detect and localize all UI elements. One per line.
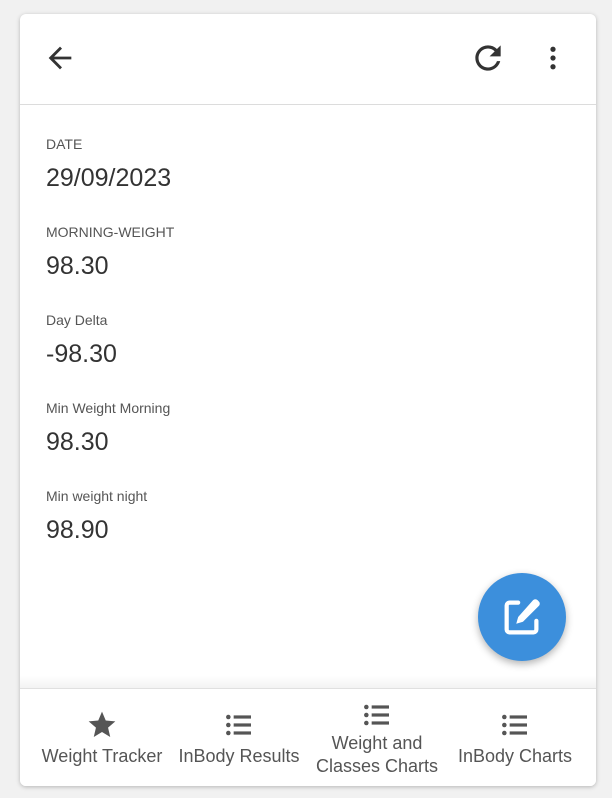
field-label: Day Delta: [46, 312, 108, 328]
bottom-navigation: Weight Tracker InBody Results Weight and…: [20, 688, 596, 786]
content-bottom-fade: [20, 676, 596, 688]
nav-item-inbody-charts[interactable]: InBody Charts: [448, 689, 582, 786]
more-options-button[interactable]: [538, 38, 568, 78]
list-icon: [361, 699, 393, 731]
app-header: [20, 14, 596, 105]
field-label: Min weight night: [46, 488, 148, 504]
list-icon: [499, 709, 531, 741]
field-date: DATE 29/09/2023: [46, 134, 566, 222]
field-day-delta: Day Delta -98.30: [46, 310, 566, 398]
field-value: -98.30: [46, 340, 117, 368]
back-button[interactable]: [40, 38, 80, 78]
list-icon: [223, 709, 255, 741]
nav-label: Weight and Classes Charts: [315, 733, 439, 776]
field-label: Min Weight Morning: [46, 400, 171, 416]
star-icon: [86, 709, 118, 741]
edit-icon: [504, 599, 540, 635]
field-label: MORNING-WEIGHT: [46, 224, 175, 240]
refresh-button[interactable]: [468, 38, 508, 78]
field-min-weight-night: Min weight night 98.90: [46, 486, 566, 574]
nav-item-weight-tracker[interactable]: Weight Tracker: [34, 689, 170, 786]
field-morning-weight: MORNING-WEIGHT 98.30: [46, 222, 566, 310]
app-window: DATE 29/09/2023 MORNING-WEIGHT 98.30 Day…: [20, 14, 596, 786]
record-details: DATE 29/09/2023 MORNING-WEIGHT 98.30 Day…: [46, 134, 566, 574]
nav-item-weight-classes-charts[interactable]: Weight and Classes Charts: [308, 689, 446, 786]
nav-item-inbody-results[interactable]: InBody Results: [172, 689, 306, 786]
more-vertical-icon: [550, 46, 556, 70]
field-value: 29/09/2023: [46, 164, 172, 192]
nav-label: Weight Tracker: [41, 746, 163, 766]
field-min-weight-morning: Min Weight Morning 98.30: [46, 398, 566, 486]
edit-fab-button[interactable]: [478, 573, 566, 661]
field-label: DATE: [46, 136, 83, 152]
nav-label: InBody Results: [178, 746, 300, 766]
field-value: 98.90: [46, 516, 109, 544]
field-value: 98.30: [46, 428, 109, 456]
nav-label: InBody Charts: [457, 746, 573, 766]
refresh-icon: [475, 45, 501, 71]
field-value: 98.30: [46, 252, 109, 280]
arrow-left-icon: [48, 46, 72, 70]
